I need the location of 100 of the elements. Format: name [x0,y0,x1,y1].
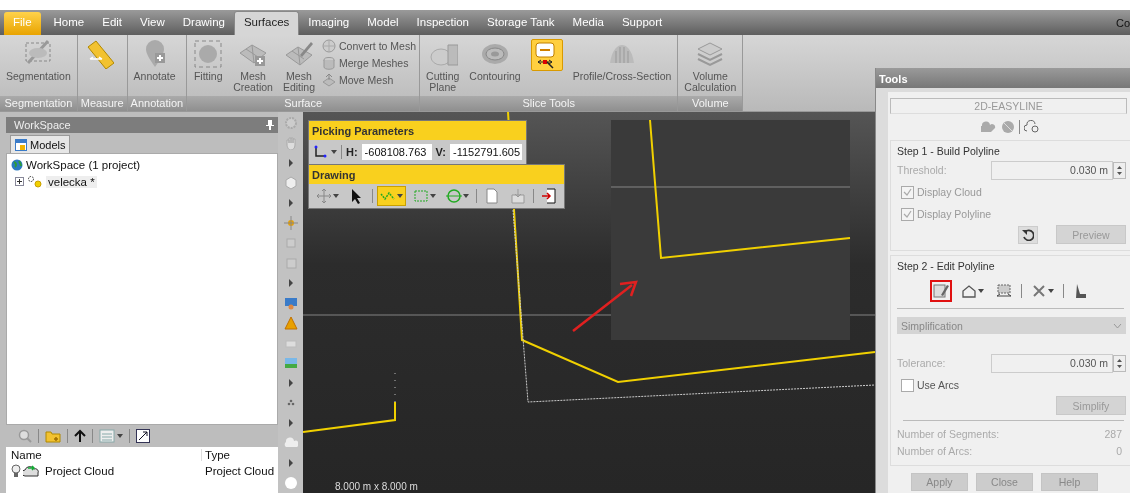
menu-tab[interactable]: Drawing [173,12,234,35]
stat-label: Number of Segments: [897,427,1000,440]
circle-fit-icon [193,39,224,69]
hand-icon[interactable] [283,136,298,150]
toolbar-button[interactable] [929,280,952,302]
monitor-icon[interactable] [283,296,298,310]
panel-tab[interactable]: Models [10,135,71,153]
field-label: Threshold: [897,164,948,176]
extend-icon [995,283,1012,299]
frame-icon[interactable] [283,236,298,250]
caret-icon [331,150,337,154]
caret-icon [1047,289,1054,293]
list-view-icon[interactable] [99,429,115,443]
ribbon-group-label: Slice Tools [420,96,678,111]
cross-icon [1030,283,1047,299]
ribbon-button[interactable]: Annotate [130,37,179,84]
field-label: V: [435,146,446,158]
expand-icon[interactable] [15,177,24,186]
cloud-icon [23,464,39,478]
stat-value: 287 [1104,427,1122,440]
toolbar-title: Picking Parameters [309,121,526,140]
ribbon-group-label: Surface [187,96,420,111]
menu-tab[interactable]: Model [358,12,408,35]
import-icon [510,188,526,204]
cylinder-icon [322,56,336,70]
lightbulb-icon[interactable] [11,464,21,478]
coordinate-field[interactable]: -608108.763 [361,144,432,160]
spin-arrows-icon[interactable] [1113,161,1126,179]
ribbon-button[interactable]: Fitting [190,37,227,84]
warning-icon[interactable] [283,316,298,330]
field-label: H: [346,146,358,158]
rectangle-icon [413,188,429,204]
menu-tab[interactable]: Media [563,12,613,35]
ribbon-button[interactable]: Merge Meshes [322,56,417,70]
sphere-icon [322,39,336,53]
ribbon-button[interactable]: Cutting Plane [423,37,463,95]
group-title: Step 2 - Edit Polyline [897,260,996,272]
move-icon [316,188,332,204]
chevron-down-icon [1113,322,1122,329]
ribbon-button[interactable]: Mesh Creation [230,37,276,95]
coordinate-field[interactable]: -1152791.605 [450,144,522,160]
cloud-icon[interactable] [283,436,298,450]
ribbon-button[interactable]: Profile/Cross-Section [569,37,675,84]
checkmark-icon [903,188,912,196]
landscape-icon[interactable] [283,356,298,370]
folder-add-icon[interactable] [45,429,61,443]
panel-title: Tools [876,68,1130,88]
spin-arrows-icon[interactable] [1113,354,1126,372]
caret-icon [333,194,339,198]
reset-icon [1022,228,1034,241]
menu-tab[interactable]: Inspection [407,12,479,35]
menu-tab[interactable]: Storage Tank [478,12,564,35]
node-icon[interactable] [283,216,298,230]
caret-icon [463,194,469,198]
checkbox-label: Use Arcs [917,379,959,391]
tree-item[interactable]: velecka * [46,175,97,188]
table-cell-text: Project Cloud [44,465,115,477]
group-title: Step 1 - Build Polyline [897,145,1001,157]
menu-tab[interactable]: Surfaces [233,11,300,35]
models-icon [15,138,27,151]
house-outline-icon [960,283,977,299]
ribbon-button[interactable]: Volume Calculation [681,37,740,95]
cloud-link-icon[interactable] [1024,120,1040,134]
dropdown-value: Simplification [901,319,963,332]
tree-item[interactable]: WorkSpace (1 project) [26,158,141,171]
page-icon [484,188,500,204]
search-icon[interactable] [18,429,32,443]
circle-target-icon [446,188,462,204]
checkbox-label: Display Polyline [917,208,992,220]
toolbar-title: Drawing [309,165,564,184]
axes-icon[interactable] [313,145,327,159]
ribbon-button[interactable]: Contouring [466,37,524,84]
column-header[interactable]: Name [11,449,201,461]
ribbon-button[interactable]: Segmentation [3,37,74,84]
pin-icon[interactable] [266,120,274,130]
menu-tab[interactable]: Imaging [299,12,359,35]
menu-tab[interactable]: Edit [93,12,132,35]
caret-icon [977,289,984,293]
checkbox[interactable] [901,378,914,392]
menu-tab[interactable]: Support [612,12,672,35]
arrow-annotation [570,278,640,334]
ribbon-button[interactable]: Move Mesh [322,73,417,87]
resize-icon[interactable] [136,429,150,443]
menu-tab[interactable]: View [131,12,174,35]
menu-tab[interactable]: Home [44,12,94,35]
reset-button[interactable] [1018,225,1038,244]
up-arrow-icon[interactable] [74,429,86,443]
ribbon-button[interactable]: Convert to Mesh [322,39,417,53]
stat-label: Number of Arcs: [897,444,973,457]
table-cell-text: Project Cloud [204,465,276,477]
caret-icon [430,194,436,198]
caret-icon [397,194,403,198]
move-mesh-icon [322,73,336,87]
circle-icon[interactable] [283,476,298,490]
ribbon-button[interactable]: Mesh Editing [279,37,318,95]
ribbon-group-label: Measure [77,96,127,111]
checkbox-label: Display Cloud [917,186,982,198]
dropdown[interactable]: Simplification [897,317,1126,334]
checkmark-icon [903,210,912,218]
window-title: Co [1115,17,1130,29]
